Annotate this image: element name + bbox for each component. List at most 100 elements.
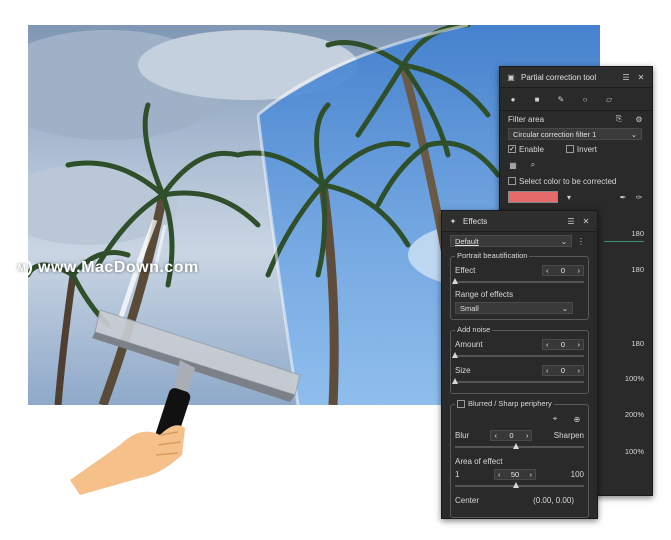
effects-title: Effects [463,216,488,226]
swatch-dropdown-icon[interactable]: ▾ [564,192,574,202]
chevron-right-icon[interactable]: › [530,470,533,479]
chevron-left-icon[interactable]: ‹ [494,431,497,440]
effect-stepper[interactable]: ‹ 0 › [542,265,584,276]
blur-value: 0 [509,431,514,440]
partial-panel-title: Partial correction tool [521,72,597,82]
eyedropper-icon[interactable]: ✒ [618,192,628,202]
rect-filter-tool-icon[interactable]: ■ [532,94,542,104]
mode-tabs-row: ▦ ⌕ [500,157,652,173]
size-value: 0 [560,366,566,375]
invert-checkbox[interactable]: Invert [565,144,597,154]
preset-select[interactable]: Default ⌄ [450,235,572,247]
noise-group: Add noise Amount ‹ 0 › Size ‹ 0 › [450,325,589,394]
center-reset-icon[interactable]: ⊕ [572,414,582,424]
invert-check-icon [565,145,574,153]
center-value: (0.00, 0.00) [533,496,574,505]
area-slider[interactable] [455,482,584,488]
range-label: Range of effects [455,290,514,299]
chevron-left-icon[interactable]: ‹ [546,340,549,349]
effects-titlebar: ✦ Effects ☰ ✕ [442,211,597,232]
amount-slider[interactable] [452,352,584,358]
close-icon[interactable]: ✕ [636,72,646,82]
slider-knob[interactable] [452,278,458,284]
side-value: 100% [624,374,644,383]
side-slider[interactable] [604,241,644,242]
amount-value: 0 [560,340,566,349]
sharpen-label: Sharpen [553,431,584,440]
effect-label: Effect [455,266,476,275]
enable-label: Enable [519,144,544,154]
chevron-right-icon[interactable]: › [526,431,529,440]
eyedropper-minus-icon[interactable]: ✑ [634,192,644,202]
filter-copy-icon[interactable]: ⎘ [614,114,624,124]
ellipse-tool-icon[interactable]: ○ [580,94,590,104]
filter-select-row: Circular correction filter 1 ⌄ [500,127,652,141]
effects-icon: ✦ [449,216,457,226]
periphery-check-icon [457,399,465,408]
size-stepper[interactable]: ‹ 0 › [542,365,584,376]
chevron-right-icon[interactable]: › [577,340,580,349]
enable-check-icon: ✓ [508,145,516,153]
range-select[interactable]: Small ⌄ [455,302,573,314]
watermark-logo-icon: M [12,258,32,278]
panel-menu-icon[interactable]: ☰ [566,216,576,226]
side-value: 200% [624,410,644,419]
tool-row: ● ■ ✎ ○ ▱ [500,88,652,111]
partial-tool-icon: ▣ [507,72,515,82]
filter-settings-icon[interactable]: ⚙ [634,114,644,124]
squeegee-illustration [70,219,301,495]
side-value: 180 [631,339,644,348]
side-value: 100% [624,447,644,456]
effect-slider[interactable] [452,278,584,284]
blur-stepper[interactable]: ‹ 0 › [490,430,533,441]
periphery-group-title[interactable]: Blurred / Sharp periphery [455,399,554,408]
select-color-row: Select color to be corrected [500,173,652,189]
slider-knob[interactable] [452,352,458,358]
enable-invert-row: ✓ Enable Invert [500,141,652,157]
select-color-checkbox[interactable]: Select color to be corrected [508,177,616,186]
enable-checkbox[interactable]: ✓ Enable [508,145,544,154]
filter-select[interactable]: Circular correction filter 1 ⌄ [508,128,642,140]
polygon-tool-icon[interactable]: ▱ [604,94,614,104]
chevron-right-icon[interactable]: › [577,366,580,375]
panel-menu-icon[interactable]: ☰ [621,72,631,82]
circle-filter-tool-icon[interactable]: ● [508,94,518,104]
preset-more-icon[interactable]: ⋮ [576,236,586,246]
effect-value: 0 [560,266,566,275]
chevron-down-icon: ⌄ [630,129,637,139]
blur-sharpen-slider[interactable] [455,443,584,449]
area-max-label: 100 [570,470,584,479]
chevron-left-icon[interactable]: ‹ [498,470,501,479]
side-value: 180 [631,229,644,238]
slider-knob[interactable] [513,443,519,449]
area-value: 50 [510,470,520,479]
preset-value: Default [455,236,479,246]
color-swatch-row: ▾ ✒ ✑ [500,189,652,205]
portrait-group-title: Portrait beautification [455,251,530,260]
chevron-right-icon[interactable]: › [577,266,580,275]
preset-row: Default ⌄ ⋮ [442,232,597,250]
mode-eyedropper-icon[interactable]: ⌕ [528,160,538,170]
invert-label: Invert [576,144,597,154]
amount-stepper[interactable]: ‹ 0 › [542,339,584,350]
slider-knob[interactable] [452,378,458,384]
filter-select-value: Circular correction filter 1 [513,129,597,139]
side-value: 180 [631,265,644,274]
chevron-down-icon: ⌄ [561,303,568,313]
size-slider[interactable] [452,378,584,384]
brush-tool-icon[interactable]: ✎ [556,94,566,104]
area-stepper[interactable]: ‹ 50 › [494,469,537,480]
area-label: Area of effect [455,457,503,466]
color-swatch[interactable] [508,191,558,203]
watermark-text: www.MacDown.com [38,259,199,276]
amount-label: Amount [455,340,483,349]
chevron-left-icon[interactable]: ‹ [546,366,549,375]
close-icon[interactable]: ✕ [581,216,591,226]
center-picker-icon[interactable]: ⌖ [550,414,560,424]
chevron-down-icon: ⌄ [560,236,567,246]
chevron-left-icon[interactable]: ‹ [546,266,549,275]
slider-knob[interactable] [513,482,519,488]
area-min-label: 1 [455,470,460,479]
partial-panel-titlebar: ▣ Partial correction tool ☰ ✕ [500,67,652,88]
mode-grid-icon[interactable]: ▦ [508,160,518,170]
